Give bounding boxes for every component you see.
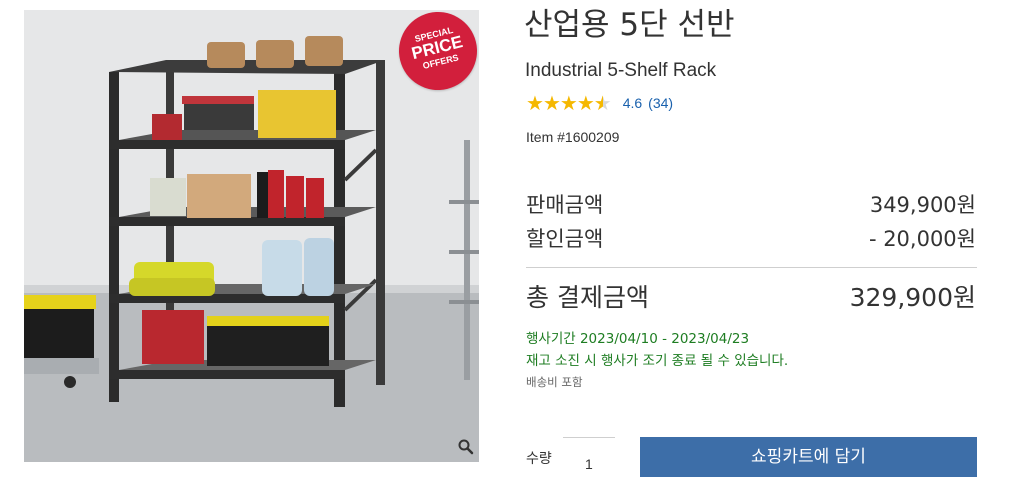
sale-price-label: 판매금액 [526,193,604,217]
stock-notice: 재고 소진 시 행사가 조기 종료 될 수 있습니다. [526,353,789,369]
add-to-cart-button[interactable]: 쇼핑카트에 담기 [640,437,977,477]
rating-stars: ★ ★ ★ ★ ★ [526,91,612,115]
rating-count-link[interactable]: (34) [648,95,673,111]
product-rating: ★ ★ ★ ★ ★ 4.6 (34) [526,93,673,113]
product-image[interactable]: SPECIAL PRICE OFFERS [24,10,479,462]
total-price-value: 329,900원 [849,283,976,312]
shipping-note: 배송비 포함 [526,375,583,389]
total-price-label: 총 결제금액 [526,283,649,312]
sale-price-row: 판매금액 349,900원 [526,191,976,219]
item-number: Item #1600209 [526,129,620,145]
price-divider [526,267,977,268]
discount-row: 할인금액 - 20,000원 [526,225,976,253]
discount-value: - 20,000원 [868,227,976,251]
discount-label: 할인금액 [526,227,604,251]
star-icon: ★ [542,91,561,115]
promo-period: 행사기간 2023/04/10 - 2023/04/23 [526,331,750,347]
star-icon: ★ [576,91,595,115]
star-icon: ★ [559,91,578,115]
zoom-icon[interactable] [457,438,475,456]
quantity-input[interactable] [563,437,615,477]
star-icon: ★ [526,91,544,115]
rating-value: 4.6 [622,95,643,111]
product-title-english: Industrial 5-Shelf Rack [525,60,717,81]
half-star-icon: ★ [593,91,612,115]
total-price-row: 총 결제금액 329,900원 [526,282,976,314]
product-title-korean: 산업용 5단 선반 [524,7,735,43]
sale-price-value: 349,900원 [869,193,976,217]
quantity-label: 수량 [526,451,552,467]
